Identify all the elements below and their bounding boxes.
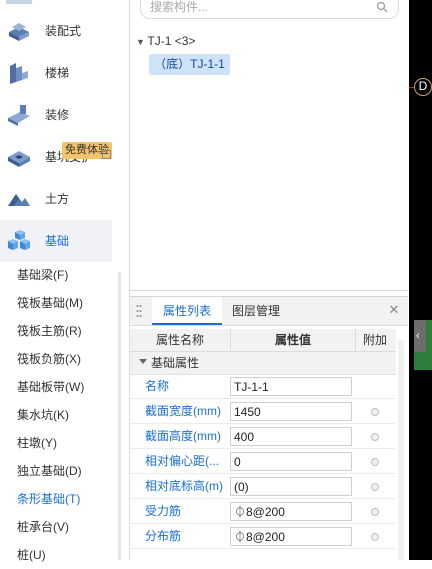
tree-node-tj-1[interactable]: ▼ TJ-1 <3> bbox=[136, 32, 195, 50]
property-value-field[interactable]: TJ-1-1 bbox=[230, 377, 352, 396]
subitem-raft-foundation[interactable]: 筏板基础(M) bbox=[17, 289, 83, 317]
subitem-foundation-strip[interactable]: 基础板带(W) bbox=[17, 373, 84, 401]
property-name: 分布筋 bbox=[145, 529, 182, 543]
category-prefab[interactable]: 装配式 bbox=[0, 10, 112, 52]
property-scrollbar[interactable] bbox=[398, 340, 404, 560]
prefab-partial-icon bbox=[6, 0, 32, 4]
subitem-strip-footing[interactable]: 条形基础(T) bbox=[17, 485, 80, 513]
property-name: 相对偏心距(... bbox=[145, 454, 219, 468]
subitem-sump-pit[interactable]: 集水坑(K) bbox=[17, 401, 69, 429]
category-earthwork[interactable]: 土方 bbox=[0, 178, 112, 220]
close-icon[interactable]: ✕ bbox=[388, 302, 400, 318]
tab-property-list[interactable]: 属性列表 bbox=[152, 297, 222, 325]
property-value-field[interactable]: 1450 bbox=[230, 402, 352, 421]
extra-checkbox[interactable] bbox=[371, 483, 379, 491]
decoration-icon bbox=[8, 105, 30, 126]
property-value-field[interactable]: (0) bbox=[230, 477, 352, 496]
active-tab-indicator bbox=[152, 323, 222, 325]
property-value-field[interactable]: ⏀8@200 bbox=[230, 527, 352, 546]
foundation-pit-icon bbox=[8, 151, 30, 167]
lock-icon bbox=[102, 150, 111, 159]
tree-node-tj-1-1[interactable]: （底）TJ-1-1 bbox=[149, 54, 230, 75]
subitem-raft-negative-rebar[interactable]: 筏板负筋(X) bbox=[17, 345, 81, 373]
property-value-field[interactable]: ⏀8@200 bbox=[230, 502, 352, 521]
tree-expand-icon[interactable]: ▼ bbox=[136, 37, 147, 47]
foundation-icon bbox=[8, 230, 30, 250]
extra-checkbox[interactable] bbox=[371, 508, 379, 516]
axis-label[interactable]: D bbox=[414, 78, 432, 96]
category-label: 基础 bbox=[45, 234, 70, 248]
panel-divider bbox=[130, 290, 408, 291]
extra-checkbox[interactable] bbox=[371, 533, 379, 541]
extra-checkbox[interactable] bbox=[371, 458, 379, 466]
header-value: 属性值 bbox=[231, 329, 356, 351]
extra-checkbox[interactable] bbox=[371, 433, 379, 441]
property-name: 名称 bbox=[145, 379, 170, 393]
subitem-raft-main-rebar[interactable]: 筏板主筋(R) bbox=[17, 317, 82, 345]
category-foundation[interactable]: 基础 bbox=[0, 220, 112, 262]
prefab-icon bbox=[9, 23, 29, 41]
property-name: 受力筋 bbox=[145, 504, 182, 518]
drag-handle-icon[interactable] bbox=[136, 304, 142, 318]
category-label: 土方 bbox=[45, 192, 70, 206]
stairs-icon bbox=[10, 63, 28, 84]
subitem-pile-cap[interactable]: 桩承台(V) bbox=[17, 513, 69, 541]
category-label: 装配式 bbox=[45, 24, 82, 38]
group-label: 基础属性 bbox=[151, 356, 200, 370]
subitem-column-pier[interactable]: 柱墩(Y) bbox=[17, 429, 57, 457]
earthwork-icon bbox=[8, 194, 30, 206]
header-name: 属性名称 bbox=[130, 329, 231, 351]
header-extra: 附加 bbox=[362, 333, 387, 347]
chevron-left-icon: ‹ bbox=[416, 330, 420, 342]
search-placeholder: 搜索构件... bbox=[150, 0, 209, 14]
row-divider bbox=[130, 548, 396, 549]
tree-node-label: TJ-1 <3> bbox=[147, 34, 196, 48]
extra-checkbox[interactable] bbox=[371, 408, 379, 416]
search-icon[interactable] bbox=[376, 1, 388, 13]
tab-layer-management[interactable]: 图层管理 bbox=[222, 297, 290, 325]
left-scrollbar[interactable] bbox=[118, 272, 121, 560]
property-name: 相对底标高(m) bbox=[145, 479, 223, 493]
category-decoration[interactable]: 装修 bbox=[0, 94, 112, 136]
subitem-foundation-beam[interactable]: 基础梁(F) bbox=[17, 261, 68, 289]
category-label: 装修 bbox=[45, 108, 70, 122]
subitem-isolated-footing[interactable]: 独立基础(D) bbox=[17, 457, 82, 485]
property-name: 截面高度(mm) bbox=[145, 429, 221, 443]
property-value-field[interactable]: 400 bbox=[230, 427, 352, 446]
subitem-pile[interactable]: 桩(U) bbox=[17, 541, 46, 569]
property-value-field[interactable]: 0 bbox=[230, 452, 352, 471]
category-stairs[interactable]: 楼梯 bbox=[0, 52, 112, 94]
category-label: 楼梯 bbox=[45, 66, 70, 80]
category-panel: 装配式 楼梯 装修 基坑支护 免费体验 土方 基 bbox=[0, 0, 128, 562]
collapse-triangle-icon[interactable] bbox=[139, 359, 147, 364]
property-name: 截面宽度(mm) bbox=[145, 404, 221, 418]
